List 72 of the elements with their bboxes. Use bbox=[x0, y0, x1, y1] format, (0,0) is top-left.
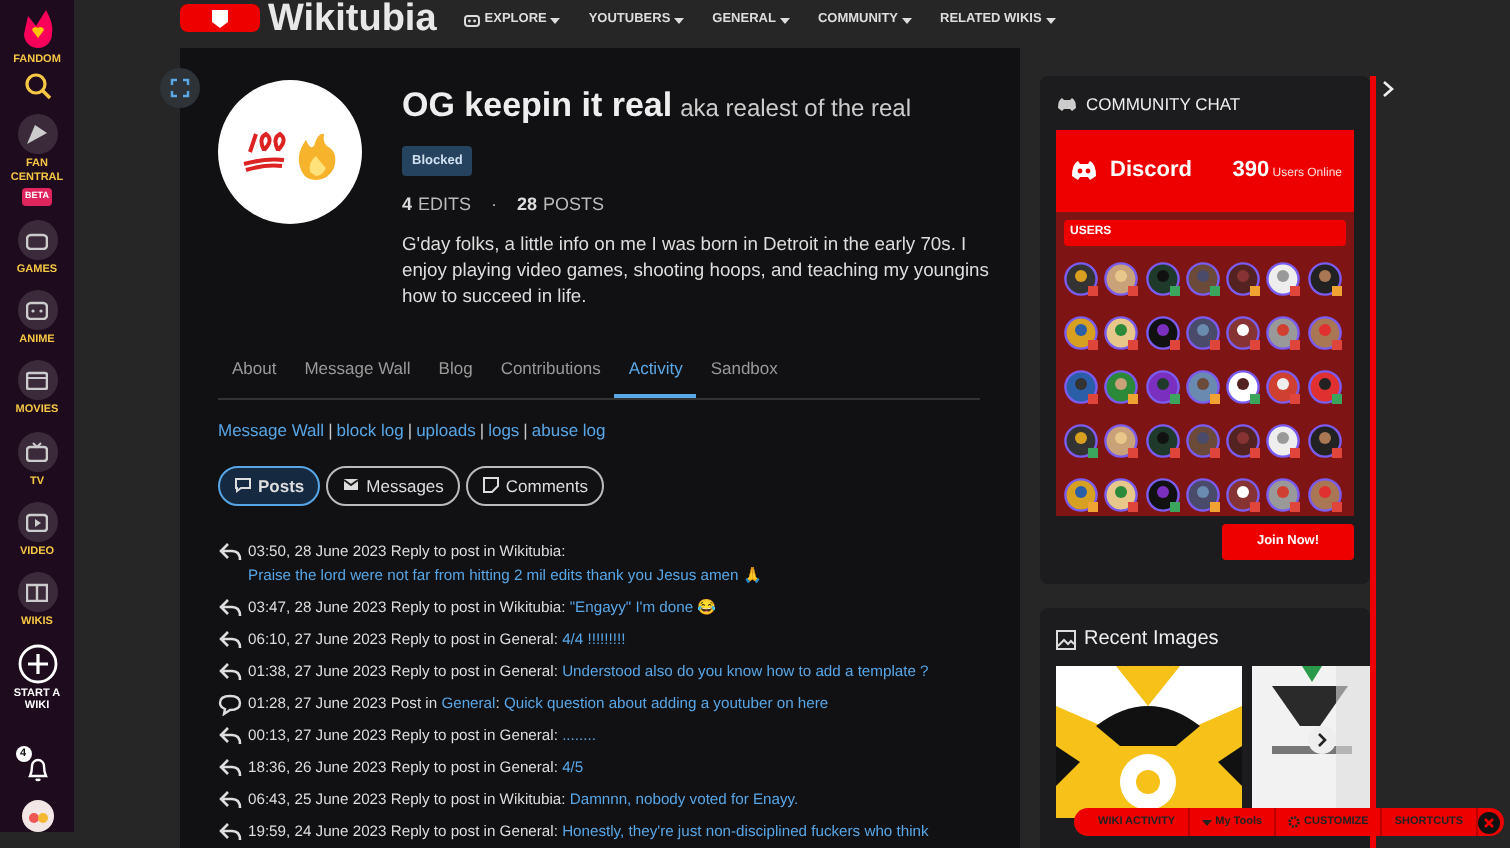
wiki-title: Wikitubia bbox=[268, 4, 437, 36]
profile-tab[interactable]: Message Wall bbox=[290, 348, 425, 398]
search-icon[interactable] bbox=[23, 72, 51, 101]
clapper-icon bbox=[26, 370, 48, 391]
caret-icon bbox=[1045, 17, 1056, 23]
tool-link[interactable]: uploads bbox=[416, 417, 476, 443]
envelope-icon bbox=[342, 476, 361, 495]
user-alias: aka realest of the real bbox=[680, 92, 912, 126]
filter-pill[interactable]: Comments bbox=[465, 465, 604, 507]
speech-bubble-icon bbox=[481, 476, 500, 495]
link-separator: | bbox=[407, 417, 413, 443]
discord-logo bbox=[1068, 158, 1100, 183]
reply-icon bbox=[218, 660, 242, 685]
avatar-icon bbox=[218, 80, 362, 224]
profile-tab[interactable]: Activity bbox=[614, 348, 697, 398]
comment-icon bbox=[218, 692, 242, 717]
expand-button[interactable] bbox=[160, 68, 200, 108]
fandom-logo[interactable] bbox=[21, 8, 53, 48]
face-button[interactable] bbox=[17, 290, 57, 330]
filter-pill[interactable]: Posts bbox=[218, 465, 321, 507]
stat-label: POSTS bbox=[543, 191, 605, 217]
discord-icon bbox=[1056, 96, 1078, 113]
link-separator: | bbox=[479, 417, 485, 443]
reply-icon bbox=[218, 820, 242, 845]
tool-link[interactable]: logs bbox=[488, 417, 520, 443]
stat-separator: · bbox=[491, 191, 498, 217]
add-icon[interactable] bbox=[17, 643, 57, 684]
filter-pill[interactable]: Messages bbox=[326, 465, 460, 507]
link-separator: | bbox=[328, 417, 333, 443]
reply-icon bbox=[218, 628, 242, 653]
wiki-logo[interactable] bbox=[180, 4, 260, 36]
tool-link[interactable]: abuse log bbox=[531, 417, 606, 443]
image-icon bbox=[1056, 629, 1076, 649]
tv-button[interactable] bbox=[17, 431, 57, 472]
reply-icon bbox=[218, 724, 242, 749]
book-icon bbox=[26, 582, 48, 603]
link-separator: | bbox=[523, 417, 528, 443]
chevron-icon[interactable] bbox=[1382, 80, 1394, 98]
user-name: OG keepin it real bbox=[402, 84, 673, 128]
expand-icon bbox=[170, 78, 190, 98]
tool-link[interactable]: block log bbox=[336, 417, 404, 443]
close-icon[interactable] bbox=[1477, 811, 1500, 833]
reply-icon bbox=[218, 540, 242, 565]
caret-icon bbox=[779, 17, 790, 23]
book-button[interactable] bbox=[17, 572, 57, 613]
stat-label: EDITS bbox=[418, 191, 472, 217]
tool-link[interactable]: Message Wall bbox=[218, 417, 325, 443]
card-title: COMMUNITY CHAT bbox=[1086, 92, 1241, 118]
face-icon bbox=[26, 300, 48, 320]
clapper-button[interactable] bbox=[17, 360, 57, 401]
caret-icon bbox=[674, 17, 685, 23]
caret-icon bbox=[902, 17, 913, 23]
user-avatar[interactable] bbox=[21, 800, 53, 832]
reply-icon bbox=[218, 596, 242, 621]
bio-text: G'day folks, a little info on me I was born in Detroit in the early 70s. I enjoy playing video games, shooting hoops, and teaching my youngins how to succeed in life. bbox=[402, 230, 991, 308]
play-icon bbox=[26, 511, 48, 532]
reply-icon bbox=[218, 788, 242, 813]
caret-icon bbox=[550, 17, 561, 23]
profile-tab[interactable]: About bbox=[218, 348, 291, 398]
gear-icon bbox=[1288, 816, 1301, 828]
bell-icon[interactable] bbox=[23, 754, 51, 782]
reply-icon bbox=[218, 756, 242, 781]
profile-tab[interactable]: Sandbox bbox=[696, 348, 792, 398]
service-name: Discord bbox=[1110, 156, 1192, 186]
card-title: Recent Images bbox=[1084, 626, 1219, 654]
tv-icon bbox=[26, 441, 48, 462]
stat-value: 28 bbox=[517, 191, 538, 217]
stat-value: 4 bbox=[402, 191, 413, 217]
profile-tab[interactable]: Blog bbox=[424, 348, 487, 398]
speech-bubble-icon bbox=[234, 476, 252, 495]
profile-tab[interactable]: Contributions bbox=[486, 348, 615, 398]
play-button[interactable] bbox=[17, 501, 57, 542]
